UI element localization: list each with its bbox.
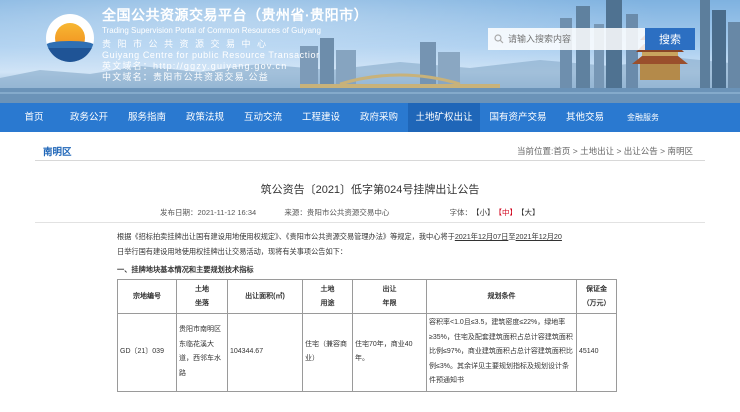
trade-end-date: 2021年12月20: [515, 232, 562, 241]
breadcrumb-home[interactable]: 首页: [553, 146, 570, 156]
col-parcel-no: 宗地编号: [117, 279, 177, 314]
publish-date: 发布日期：2021-11-12 16:34: [160, 208, 257, 217]
center-name-en: Guiyang Centre for public Resource Trans…: [102, 50, 320, 60]
site-title: 全国公共资源交易平台（贵州省·贵阳市）: [102, 7, 369, 23]
col-location: 土地 坐落: [176, 279, 228, 314]
cell-parcel-no: GD〔21〕039: [117, 313, 177, 392]
cell-conditions: 容积率<1.0且≤3.5，建筑密度≤22%，绿地率≥35%，住宅及配套建筑面积占…: [426, 313, 577, 392]
breadcrumb-nanming[interactable]: 南明区: [667, 146, 693, 156]
col-area: 出让面积(㎡): [227, 279, 303, 314]
breadcrumb-notices[interactable]: 出让公告: [624, 146, 658, 156]
nav-item-construction[interactable]: 工程建设: [292, 103, 350, 132]
col-deposit: 保证金 （万元）: [576, 279, 617, 314]
meta-divider: [35, 222, 705, 223]
table-row: GD〔21〕039 贵阳市南明区东临花溪大道，西邻车水路 104344.67 住…: [117, 313, 617, 392]
font-size-label: 字体：: [449, 208, 473, 217]
breadcrumb-prefix: 当前位置:: [517, 146, 554, 156]
nav-item-land-mining[interactable]: 土地矿权出让: [408, 103, 480, 132]
en-domain: 英文域名：http://ggzy.guiyang.gov.cn: [102, 61, 288, 71]
section-title: 南明区: [43, 147, 72, 158]
nav-item-service-guide[interactable]: 服务指南: [118, 103, 176, 132]
cell-term: 住宅70年，商业40年。: [352, 313, 427, 392]
font-size-small[interactable]: 【小】: [472, 207, 495, 218]
nav-item-policies[interactable]: 政策法规: [176, 103, 234, 132]
cell-deposit: 45140: [576, 313, 617, 392]
site-header: 全国公共资源交易平台（贵州省·贵阳市） Trading Supervision …: [0, 0, 740, 103]
site-logo[interactable]: [46, 14, 94, 62]
main-nav: 首页 政务公开 服务指南 政策法规 互动交流 工程建设 政府采购 土地矿权出让 …: [0, 103, 740, 132]
nav-item-finance[interactable]: 金融服务: [614, 103, 672, 132]
breadcrumb: 当前位置:首页 > 土地出让 > 出让公告 > 南明区: [517, 146, 693, 156]
col-use: 土地 用途: [302, 279, 353, 314]
center-name-cn: 贵 阳 市 公 共 资 源 交 易 中 心: [102, 39, 269, 49]
font-size-large[interactable]: 【大】: [517, 207, 540, 218]
nav-item-gov-affairs[interactable]: 政务公开: [60, 103, 118, 132]
col-conditions: 规划条件: [426, 279, 577, 314]
search-icon: [494, 34, 504, 44]
nav-item-home[interactable]: 首页: [0, 103, 60, 132]
intro-paragraph-line2: 日举行国有建设用地使用权挂牌出让交易活动，现将有关事项公告如下：: [117, 247, 348, 256]
nav-item-other-trade[interactable]: 其他交易: [556, 103, 614, 132]
cn-domain: 中文域名：贵阳市公共资源交易.公益: [102, 72, 269, 82]
site-subtitle-en: Trading Supervision Portal of Common Res…: [102, 26, 321, 35]
breadcrumb-land-transfer[interactable]: 土地出让: [580, 146, 614, 156]
nav-item-procurement[interactable]: 政府采购: [350, 103, 408, 132]
section-header: 南明区 当前位置:首页 > 土地出让 > 出让公告 > 南明区: [35, 141, 705, 161]
search-input[interactable]: [488, 28, 645, 50]
cell-use: 住宅（兼容商业）: [302, 313, 353, 392]
font-size-medium[interactable]: 【中】: [495, 207, 518, 218]
document-source: 来源：贵阳市公共资源交易中心: [284, 208, 390, 217]
cell-area: 104344.67: [227, 313, 303, 392]
parcel-table: 宗地编号 土地 坐落 出让面积(㎡) 土地 用途 出让 年限 规划条件 保证金 （万元）…: [117, 279, 617, 392]
search-button[interactable]: 搜索: [645, 28, 695, 50]
document-meta: 发布日期：2021-11-12 16:34 来源：贵阳市公共资源交易中心 字体：…: [160, 207, 580, 218]
table-header-row: 宗地编号 土地 坐落 出让面积(㎡) 土地 用途 出让 年限 规划条件 保证金 （万元）: [117, 279, 617, 314]
search-bar: 搜索: [488, 28, 695, 50]
document-title: 筑公资告〔2021〕低字第024号挂牌出让公告: [260, 184, 480, 196]
nav-item-interaction[interactable]: 互动交流: [234, 103, 292, 132]
trade-start-date: 2021年12月07日: [454, 232, 509, 241]
nav-item-state-assets[interactable]: 国有资产交易: [480, 103, 556, 132]
site-title-block: 全国公共资源交易平台（贵州省·贵阳市） Trading Supervision …: [102, 5, 368, 83]
col-term: 出让 年限: [352, 279, 427, 314]
section-heading-1: 一、挂牌地块基本情况和主要规划技术指标: [117, 265, 254, 274]
intro-paragraph-line1: 根据《招标拍卖挂牌出让国有建设用地使用权规定》、《贵阳市公共资源交易管理办法》等…: [117, 232, 562, 241]
cell-location: 贵阳市南明区东临花溪大道，西邻车水路: [176, 313, 228, 392]
